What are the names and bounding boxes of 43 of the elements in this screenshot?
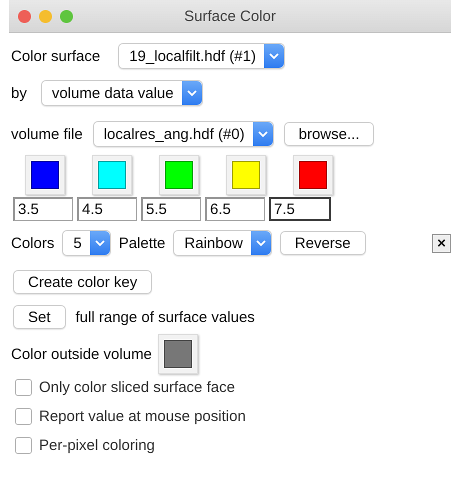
color-swatch[interactable] bbox=[226, 155, 266, 195]
field-label: Palette bbox=[118, 234, 166, 252]
chevron-down-icon bbox=[256, 240, 266, 246]
minimize-window-icon[interactable] bbox=[39, 10, 52, 22]
checkbox[interactable] bbox=[15, 408, 32, 425]
reverse-button[interactable]: Reverse bbox=[280, 231, 366, 255]
chevron-down-icon bbox=[186, 90, 197, 96]
close-window-icon[interactable] bbox=[18, 10, 31, 22]
browse-button[interactable]: browse... bbox=[284, 122, 374, 146]
set-button[interactable]: Set bbox=[13, 305, 66, 329]
range-label: full range of surface values bbox=[76, 308, 255, 326]
color-swatch[interactable] bbox=[158, 334, 198, 374]
threshold-field[interactable]: 5.5 bbox=[141, 197, 201, 221]
field-label: Color surface bbox=[11, 48, 100, 64]
chevron-down-icon bbox=[94, 240, 105, 246]
color-swatch[interactable] bbox=[159, 155, 199, 195]
window-title: Surface Color bbox=[184, 8, 276, 24]
checkbox-label: Only color sliced surface face bbox=[39, 379, 235, 396]
color-swatch[interactable] bbox=[293, 155, 333, 195]
color-swatch[interactable] bbox=[92, 155, 132, 195]
field-label: by bbox=[11, 84, 27, 102]
chevron-down-icon bbox=[268, 52, 279, 60]
checkbox-label: Per-pixel coloring bbox=[39, 437, 155, 454]
zoom-window-icon[interactable] bbox=[60, 10, 73, 22]
surface-dropdown[interactable]: 19_localfilt.hdf (#1) bbox=[118, 43, 285, 69]
field-label: Colors bbox=[11, 234, 54, 252]
create-key-button[interactable]: Create color key bbox=[13, 270, 152, 294]
close-button[interactable]: × bbox=[432, 234, 451, 252]
color-swatch[interactable] bbox=[25, 155, 65, 195]
palette-dropdown[interactable]: Rainbow bbox=[173, 230, 272, 256]
color-by-dropdown[interactable]: volume data value bbox=[40, 80, 203, 106]
volume-file-dropdown[interactable]: localres_ang.hdf (#0) bbox=[92, 121, 274, 147]
chevron-down-icon bbox=[258, 130, 268, 138]
threshold-field[interactable]: 4.5 bbox=[77, 197, 137, 221]
field-label: volume file bbox=[11, 126, 83, 142]
checkbox[interactable] bbox=[15, 379, 32, 396]
checkbox-label: Report value at mouse position bbox=[39, 408, 246, 425]
threshold-field[interactable]: 3.5 bbox=[13, 197, 73, 221]
colors-dropdown[interactable]: 5 bbox=[62, 230, 111, 256]
threshold-field[interactable]: 7.5 bbox=[269, 197, 331, 221]
field-label: Color outside volume bbox=[11, 346, 152, 362]
checkbox[interactable] bbox=[15, 437, 32, 454]
threshold-field[interactable]: 6.5 bbox=[205, 197, 265, 221]
